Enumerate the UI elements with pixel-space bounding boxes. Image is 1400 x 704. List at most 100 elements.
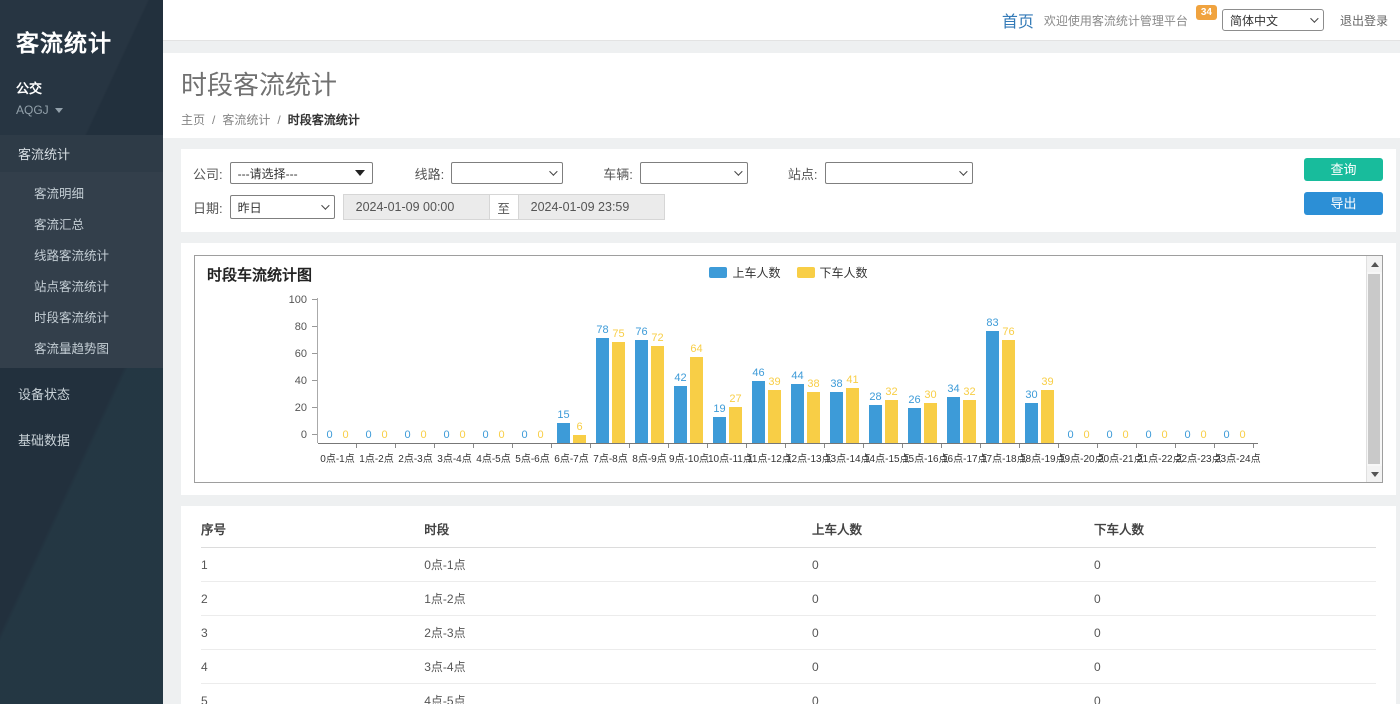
bar[interactable] <box>612 342 625 443</box>
query-button[interactable]: 查询 <box>1304 158 1383 181</box>
breadcrumb-separator: / <box>212 113 215 127</box>
scrollbar-down-button[interactable] <box>1367 466 1383 482</box>
sidebar-subitem-0-2[interactable]: 线路客流统计 <box>0 239 163 270</box>
breadcrumb-item-0[interactable]: 主页 <box>181 111 205 128</box>
bar[interactable] <box>986 331 999 443</box>
bar[interactable] <box>1041 390 1054 443</box>
breadcrumb-item-1[interactable]: 客流统计 <box>222 111 270 128</box>
company-select-value: ---请选择--- <box>238 165 298 182</box>
language-select[interactable]: 简体中文 <box>1222 9 1324 31</box>
y-axis: 020406080100 <box>195 300 317 443</box>
welcome-text: 欢迎使用客流统计管理平台 <box>1044 12 1188 29</box>
bar[interactable] <box>573 435 586 443</box>
bar-column: 0 <box>1181 430 1194 443</box>
bar[interactable] <box>651 346 664 443</box>
table-cell-0-2: 0 <box>812 548 1094 582</box>
bar-column: 0 <box>362 430 375 443</box>
bar-value-label: 0 <box>498 430 504 441</box>
company-label: 公司: <box>193 164 223 183</box>
bar-group-8: 7672 <box>630 308 669 443</box>
app-logo-title: 客流统计 <box>16 24 147 58</box>
chart-scrollbar[interactable] <box>1366 256 1382 482</box>
legend-swatch-icon <box>797 267 815 278</box>
sidebar-subitem-0-3[interactable]: 站点客流统计 <box>0 270 163 301</box>
bar[interactable] <box>830 392 843 443</box>
bar[interactable] <box>947 397 960 443</box>
sidebar-section-2[interactable]: 基础数据 <box>0 419 163 460</box>
sidebar-subitem-0-1[interactable]: 客流汇总 <box>0 208 163 239</box>
legend-item-0[interactable]: 上车人数 <box>709 264 780 281</box>
org-code-dropdown[interactable]: AQGJ <box>16 103 147 117</box>
x-axis-label-10: 10点-11点 <box>708 450 747 465</box>
scrollbar-thumb[interactable] <box>1368 274 1380 464</box>
legend-label-0: 上车人数 <box>732 264 780 281</box>
export-button[interactable]: 导出 <box>1304 192 1383 215</box>
bar-column: 0 <box>1103 430 1116 443</box>
x-axis-label-9: 9点-10点 <box>669 450 708 465</box>
home-link[interactable]: 首页 <box>1002 8 1034 32</box>
bar-column: 0 <box>1142 430 1155 443</box>
bar-value-label: 0 <box>420 430 426 441</box>
bar-value-label: 0 <box>342 430 348 441</box>
station-select[interactable] <box>825 162 973 184</box>
legend-item-1[interactable]: 下车人数 <box>797 264 868 281</box>
bar[interactable] <box>885 400 898 443</box>
sidebar-section-1[interactable]: 设备状态 <box>0 373 163 414</box>
bar[interactable] <box>1002 340 1015 443</box>
line-select[interactable] <box>451 162 563 184</box>
scrollbar-up-button[interactable] <box>1367 256 1383 272</box>
notification-badge[interactable]: 34 <box>1196 5 1217 20</box>
bar[interactable] <box>635 340 648 443</box>
date-to-input[interactable]: 2024-01-09 23:59 <box>518 194 665 220</box>
bar-value-label: 34 <box>947 384 959 395</box>
x-axis-label-5: 5点-6点 <box>513 450 552 465</box>
bar[interactable] <box>924 403 937 444</box>
bar[interactable] <box>596 338 609 443</box>
bar-value-label: 64 <box>690 344 702 355</box>
bar[interactable] <box>768 390 781 443</box>
vehicle-select[interactable] <box>640 162 748 184</box>
x-axis-label-7: 7点-8点 <box>591 450 630 465</box>
bar[interactable] <box>869 405 882 443</box>
bar-value-label: 0 <box>482 430 488 441</box>
bar[interactable] <box>1025 403 1038 444</box>
bar-column: 15 <box>557 410 570 443</box>
breadcrumb: 主页/客流统计/时段客流统计 <box>181 111 1400 128</box>
sidebar-menu: 客流统计客流明细客流汇总线路客流统计站点客流统计时段客流统计客流量趋势图设备状态… <box>0 135 163 460</box>
bar[interactable] <box>752 381 765 443</box>
chart-container: 时段车流统计图 上车人数下车人数 020406080100 0000000000… <box>194 255 1383 483</box>
table-row: 43点-4点00 <box>201 650 1376 684</box>
vehicle-label: 车辆: <box>603 164 633 183</box>
bar[interactable] <box>807 392 820 443</box>
table-header-row: 序号时段上车人数下车人数 <box>201 507 1376 548</box>
bar[interactable] <box>908 408 921 443</box>
sidebar-subitem-0-0[interactable]: 客流明细 <box>0 177 163 208</box>
date-preset-select[interactable]: 昨日 <box>230 195 335 219</box>
table-cell-0-0: 1 <box>201 548 424 582</box>
logout-link[interactable]: 退出登录 <box>1340 12 1388 29</box>
bar[interactable] <box>729 407 742 443</box>
chart-legend: 上车人数下车人数 <box>195 264 1382 281</box>
bar-column: 28 <box>869 392 882 443</box>
bar[interactable] <box>713 417 726 443</box>
company-select[interactable]: ---请选择--- <box>230 162 373 184</box>
sidebar-subitem-0-4[interactable]: 时段客流统计 <box>0 301 163 332</box>
bar[interactable] <box>674 386 687 443</box>
bar[interactable] <box>846 388 859 443</box>
bar-value-label: 76 <box>635 327 647 338</box>
bar[interactable] <box>963 400 976 443</box>
bar-group-2: 00 <box>396 308 435 443</box>
bar-group-9: 4264 <box>669 308 708 443</box>
bar-value-label: 30 <box>1025 390 1037 401</box>
date-from-input[interactable]: 2024-01-09 00:00 <box>343 194 490 220</box>
sidebar-section-0[interactable]: 客流统计 <box>0 135 163 172</box>
caret-down-icon <box>55 108 63 113</box>
sidebar-subitem-0-5[interactable]: 客流量趋势图 <box>0 332 163 363</box>
bar[interactable] <box>791 384 804 443</box>
bar-group-7: 7875 <box>591 308 630 443</box>
table-cell-2-3: 0 <box>1094 616 1376 650</box>
arrow-up-icon <box>1371 262 1379 267</box>
bar[interactable] <box>557 423 570 443</box>
table-cell-1-1: 1点-2点 <box>424 582 812 616</box>
bar[interactable] <box>690 357 703 443</box>
